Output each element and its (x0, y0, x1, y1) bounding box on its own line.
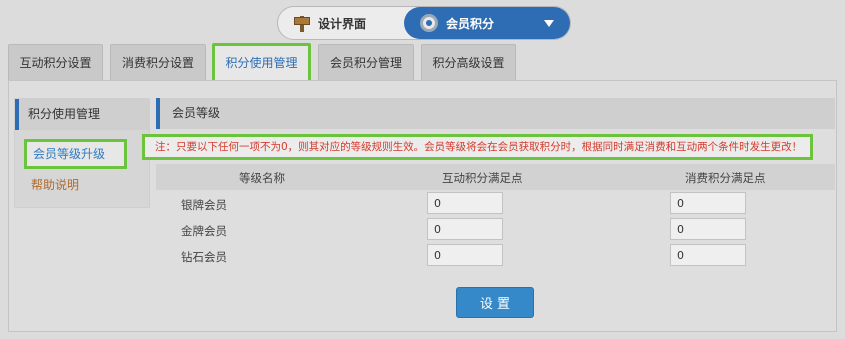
rule-notice: 注：只要以下任何一项不为0，则其对应的等级规则生效。会员等级将会在会员获取积分时… (142, 134, 813, 160)
interaction-points-input[interactable] (427, 244, 503, 266)
column-interaction-points: 互动积分满足点 (442, 171, 523, 185)
main-panel: 积分使用管理 会员等级升级 帮助说明 会员等级 注：只要以下任何一项不为0，则其… (8, 80, 837, 332)
view-switcher: 设计界面 会员积分 (277, 6, 571, 40)
table-header: 等级名称 互动积分满足点 消费积分满足点 (156, 164, 835, 190)
level-name: 银牌会员 (181, 198, 227, 212)
consumption-points-input[interactable] (670, 244, 746, 266)
tab-consumption-points[interactable]: 消费积分设置 (110, 44, 206, 80)
sidebar-title: 积分使用管理 (15, 99, 149, 130)
design-view-label: 设计界面 (318, 16, 367, 31)
tab-points-usage[interactable]: 积分使用管理 (212, 43, 311, 83)
member-points-dropdown[interactable]: 会员积分 (404, 7, 570, 39)
consumption-points-input[interactable] (670, 192, 746, 214)
interaction-points-input[interactable] (427, 218, 503, 240)
table-row: 金牌会员 (156, 218, 835, 242)
sidebar-item-help[interactable]: 帮助说明 (31, 176, 79, 193)
table-row: 银牌会员 (156, 192, 835, 216)
sidebar: 积分使用管理 会员等级升级 帮助说明 (14, 98, 150, 208)
signpost-icon (294, 14, 310, 32)
tab-interaction-points[interactable]: 互动积分设置 (8, 44, 103, 80)
save-settings-button[interactable]: 设 置 (456, 287, 534, 318)
consumption-points-input[interactable] (670, 218, 746, 240)
column-level-name: 等级名称 (239, 171, 285, 185)
gear-icon (420, 14, 438, 32)
sidebar-item-member-level-upgrade[interactable]: 会员等级升级 (24, 139, 127, 169)
level-name: 金牌会员 (181, 224, 227, 238)
interaction-points-input[interactable] (427, 192, 503, 214)
section-title: 会员等级 (156, 98, 835, 129)
caret-down-icon (544, 20, 554, 27)
table-row: 钻石会员 (156, 244, 835, 268)
tab-member-points[interactable]: 会员积分管理 (318, 44, 414, 80)
tab-advanced-settings[interactable]: 积分高级设置 (421, 44, 516, 80)
column-consumption-points: 消费积分满足点 (685, 171, 766, 185)
design-view-toggle[interactable]: 设计界面 (278, 7, 404, 39)
level-name: 钻石会员 (181, 250, 227, 264)
member-points-label: 会员积分 (446, 16, 495, 31)
